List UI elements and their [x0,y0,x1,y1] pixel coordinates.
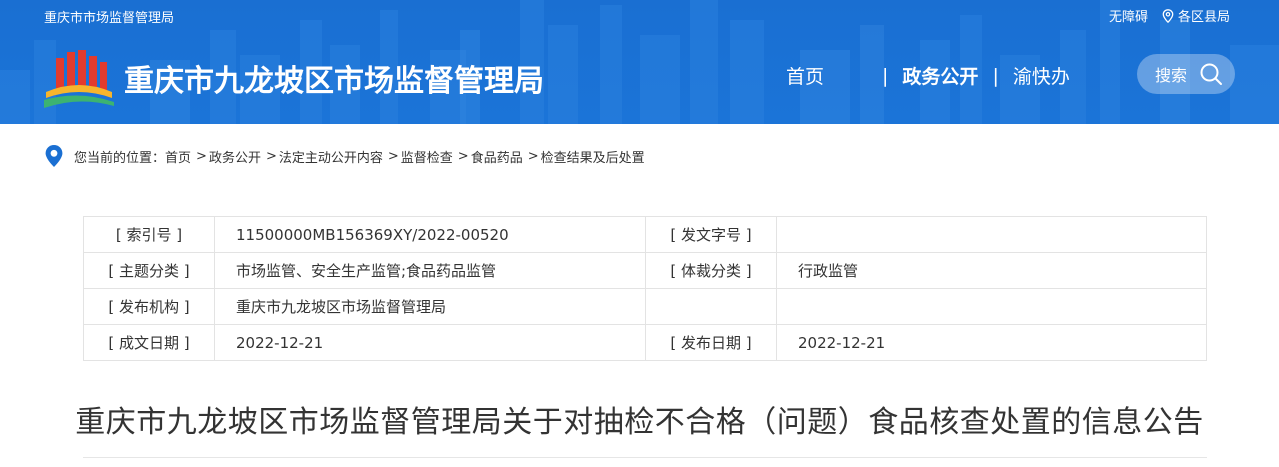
written-date-value: 2022-12-21 [214,324,646,361]
doc-number-value [776,216,1207,253]
emblem-logo[interactable] [44,48,114,110]
search-button[interactable]: 搜索 [1137,54,1235,94]
nav-home[interactable]: 首页 [786,62,824,89]
breadcrumb-item-gov-affairs[interactable]: 政务公开 [209,147,261,166]
breadcrumb-item-home[interactable]: 首页 [165,147,191,166]
city-bureau-link[interactable]: 重庆市市场监督管理局 [44,7,174,26]
top-right-links: 无障碍 各区县局 [1109,6,1230,25]
breadcrumb-item-food-drugs[interactable]: 食品药品 [471,147,523,166]
genre-category-value: 行政监管 [776,252,1207,289]
breadcrumb-arrow: > [265,148,277,164]
search-icon [1200,63,1223,85]
nav-yukuaiban[interactable]: 渝快办 [1013,62,1070,89]
nav-gov-affairs[interactable]: 政务公开 [902,62,978,89]
publish-date-value: 2022-12-21 [776,324,1207,361]
breadcrumb-prefix: 您当前的位置： [74,150,166,166]
breadcrumb-item-results[interactable]: 检查结果及后处置 [541,147,645,166]
site-header: 重庆市市场监督管理局 无障碍 各区县局 重庆市九龙坡区市场监督管理局 首页 | … [0,0,1279,124]
breadcrumb-arrow: > [457,148,469,164]
index-number-label: [ 索引号 ] [83,216,215,253]
breadcrumb-item-legal-disclosure[interactable]: 法定主动公开内容 [279,147,383,166]
breadcrumb: 您当前的位置： 首页 > 政务公开 > 法定主动公开内容 > 监督检查 > 食品… [44,143,645,169]
breadcrumb-arrow: > [387,148,399,164]
site-title[interactable]: 重庆市九龙坡区市场监督管理局 [124,56,544,100]
nav-separator: | [882,64,889,87]
breadcrumb-items: 首页 > 政务公开 > 法定主动公开内容 > 监督检查 > 食品药品 > 检查结… [165,147,645,166]
empty-label-cell [645,288,777,325]
table-row: [ 成文日期 ] 2022-12-21 [ 发布日期 ] 2022-12-21 [83,324,1207,361]
district-bureaus-link[interactable]: 各区县局 [1162,6,1230,25]
publisher-value: 重庆市九龙坡区市场监督管理局 [214,288,646,325]
search-label: 搜索 [1155,66,1188,85]
breadcrumb-item-supervision[interactable]: 监督检查 [401,147,453,166]
map-pin-icon [45,145,63,167]
accessibility-link[interactable]: 无障碍 [1109,6,1148,25]
genre-category-label: [ 体裁分类 ] [645,252,777,289]
topic-category-value: 市场监管、安全生产监管;食品药品监管 [214,252,646,289]
written-date-label: [ 成文日期 ] [83,324,215,361]
location-pin-icon [1162,8,1174,23]
breadcrumb-arrow: > [527,148,539,164]
breadcrumb-arrow: > [196,148,207,164]
table-row: [ 索引号 ] 11500000MB156369XY/2022-00520 [ … [83,216,1207,253]
article-title: 重庆市九龙坡区市场监督管理局关于对抽检不合格（问题）食品核查处置的信息公告 [75,405,1204,440]
title-divider [83,457,1207,458]
topic-category-label: [ 主题分类 ] [83,252,215,289]
district-bureaus-label: 各区县局 [1177,10,1230,25]
nav-separator: | [992,64,999,87]
document-info-table: [ 索引号 ] 11500000MB156369XY/2022-00520 [ … [83,216,1207,361]
main-nav: 首页 | 政务公开 | 渝快办 [786,62,1070,89]
table-row: [ 主题分类 ] 市场监管、安全生产监管;食品药品监管 [ 体裁分类 ] 行政监… [83,252,1207,289]
publisher-label: [ 发布机构 ] [83,288,215,325]
doc-number-label: [ 发文字号 ] [645,216,777,253]
empty-value-cell [776,288,1207,325]
table-row: [ 发布机构 ] 重庆市九龙坡区市场监督管理局 [83,288,1207,325]
publish-date-label: [ 发布日期 ] [645,324,777,361]
index-number-value: 11500000MB156369XY/2022-00520 [214,216,646,253]
